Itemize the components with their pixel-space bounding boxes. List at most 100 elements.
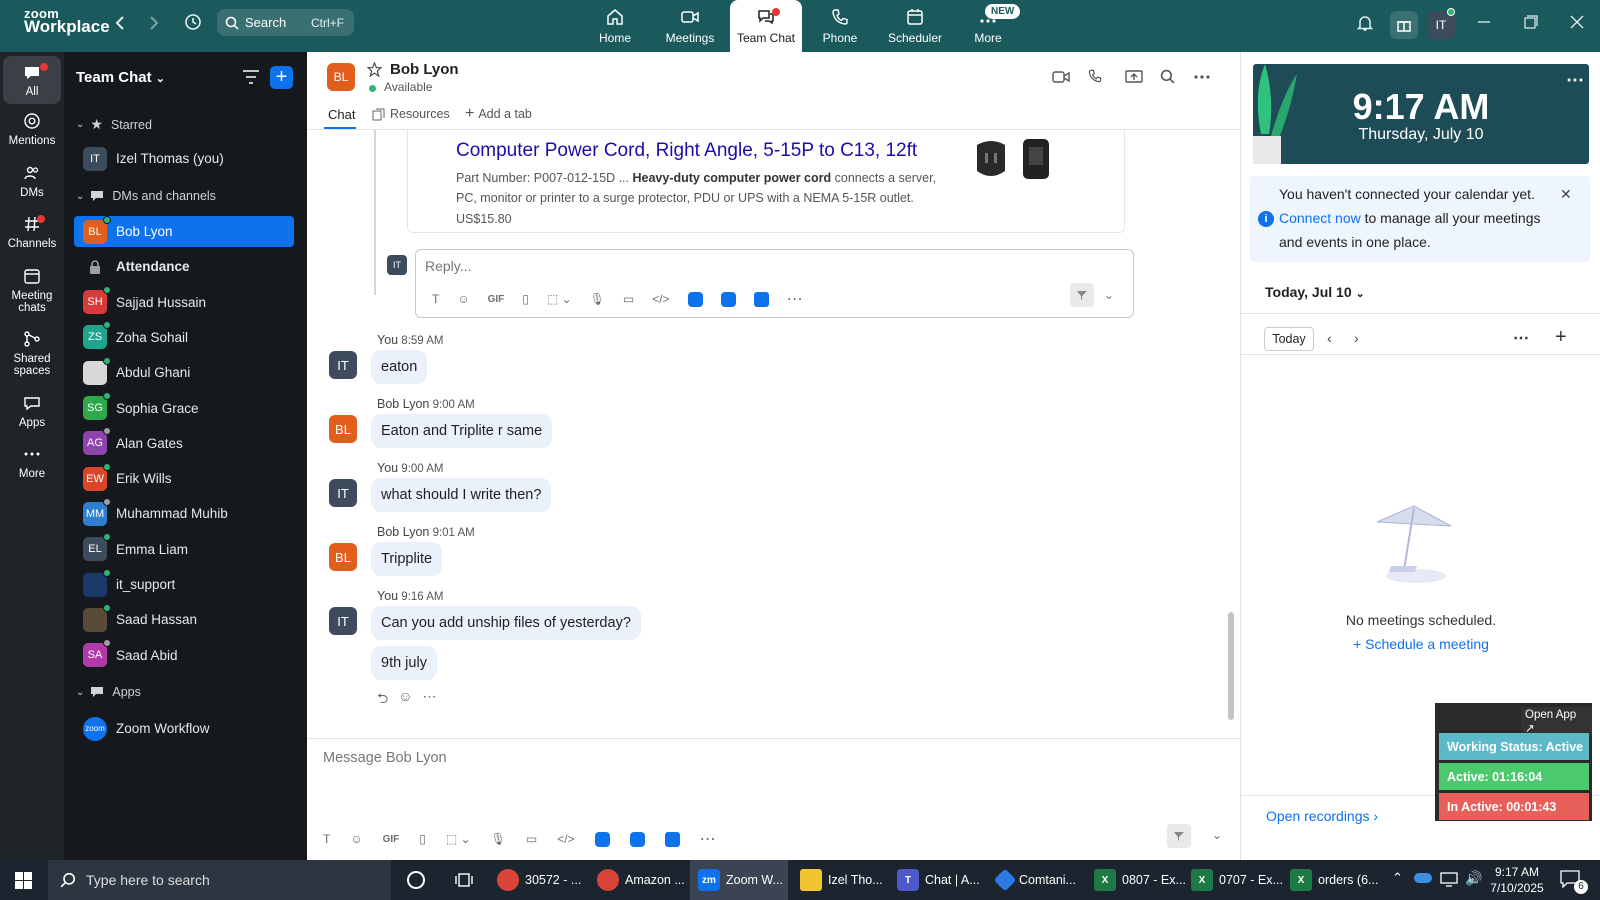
search-bar[interactable]: Search Ctrl+F	[217, 9, 354, 36]
emoji-icon[interactable]: ☺	[457, 292, 469, 306]
sidebar-item-bob-lyon[interactable]: BL Bob Lyon	[74, 215, 294, 247]
task-view-icon[interactable]	[455, 872, 473, 888]
message-bubble[interactable]: what should I write then?	[371, 478, 552, 512]
chevron-down-icon[interactable]: ⌄	[1104, 288, 1114, 302]
sidebar-item-zoom-workflow[interactable]: zoom Zoom Workflow	[74, 713, 294, 744]
microphone-icon[interactable]: 🎙	[590, 292, 605, 306]
more-options-icon[interactable]	[1194, 75, 1210, 79]
prev-day-icon[interactable]: ‹	[1327, 330, 1332, 346]
windows-start-icon[interactable]	[15, 872, 32, 889]
message-bubble[interactable]: Eaton and Triplite r same	[371, 414, 553, 448]
today-button[interactable]: Today	[1264, 327, 1314, 351]
taskbar-app-excel-2[interactable]: X 0707 - Ex...	[1191, 860, 1283, 900]
network-icon[interactable]	[1440, 871, 1458, 887]
minimize-icon[interactable]	[1477, 15, 1491, 29]
taskbar-app-teams[interactable]: T Chat | A...	[897, 860, 980, 900]
code-icon[interactable]: </>	[557, 832, 574, 846]
restore-icon[interactable]	[1524, 15, 1538, 29]
sidebar-item-attendance[interactable]: Attendance	[74, 251, 294, 282]
taskbar-app-excel-3[interactable]: Xorders (6...	[1290, 860, 1378, 900]
link-preview-card[interactable]: Computer Power Cord, Right Angle, 5-15P …	[407, 130, 1125, 233]
screenshot-icon[interactable]: ⬚ ⌄	[547, 292, 572, 306]
gif-button[interactable]: GIF	[488, 294, 505, 305]
format-text-icon[interactable]: T	[323, 832, 330, 846]
day-selector[interactable]: Today, Jul 10 ⌄	[1265, 284, 1365, 300]
sidebar-item-sajjad-hussain[interactable]: SH Sajjad Hussain	[74, 286, 294, 318]
history-icon[interactable]	[183, 12, 203, 32]
tab-team-chat[interactable]: Team Chat	[730, 0, 802, 52]
scrollbar[interactable]	[1228, 612, 1234, 720]
taskbar-search[interactable]: Type here to search	[48, 860, 391, 900]
tab-chat[interactable]: Chat	[328, 107, 355, 122]
sidebar-item-abdul-ghani[interactable]: Abdul Ghani	[74, 356, 294, 388]
sidebar-item-alan-gates[interactable]: AG Alan Gates	[74, 427, 294, 459]
tab-resources[interactable]: Resources	[372, 107, 450, 121]
phone-call-icon[interactable]	[1087, 68, 1103, 84]
message-bubble[interactable]: Can you add unship files of yesterday?	[371, 606, 641, 640]
app-icon-2[interactable]	[629, 831, 645, 847]
sidebar-item-saad-abid[interactable]: SA Saad Abid	[74, 639, 294, 671]
cortana-icon[interactable]	[407, 871, 425, 889]
rail-item-shared-spaces[interactable]: Shared spaces	[0, 330, 64, 377]
rail-item-all[interactable]: All	[3, 56, 61, 104]
rail-item-apps[interactable]: Apps	[0, 394, 64, 429]
message-bubble[interactable]: 9th july	[371, 646, 437, 680]
chevron-down-icon[interactable]: ⌄	[1212, 828, 1222, 842]
rail-item-channels[interactable]: Channels	[0, 215, 64, 250]
sidebar-item-muhammad-muhib[interactable]: MM Muhammad Muhib	[74, 497, 294, 529]
rail-item-more[interactable]: More	[0, 445, 64, 480]
app-icon-1[interactable]	[687, 291, 703, 307]
new-chat-button[interactable]: +	[270, 66, 293, 89]
next-day-icon[interactable]: ›	[1354, 330, 1359, 346]
taskbar-app-chrome-2[interactable]: Amazon ...	[597, 860, 685, 900]
more-icon[interactable]: ⋯	[1513, 328, 1529, 348]
link-preview-title[interactable]: Computer Power Cord, Right Angle, 5-15P …	[456, 140, 917, 162]
video-call-icon[interactable]	[1052, 70, 1070, 84]
rail-item-dms[interactable]: DMs	[0, 164, 64, 199]
schedule-meeting-link[interactable]: + Schedule a meeting	[1241, 636, 1600, 652]
sidebar-item-izel-thomas[interactable]: IT Izel Thomas (you)	[74, 143, 294, 174]
video-message-icon[interactable]: ▭	[526, 832, 537, 846]
send-icon[interactable]	[1167, 824, 1191, 848]
send-icon[interactable]	[1070, 283, 1094, 307]
bell-icon[interactable]	[1355, 13, 1375, 33]
sidebar-item-saad-hassan[interactable]: Saad Hassan	[74, 603, 294, 635]
message-input[interactable]: Message Bob Lyon	[323, 750, 447, 766]
forward-icon[interactable]	[147, 14, 161, 32]
close-window-icon[interactable]	[1570, 15, 1584, 29]
onedrive-icon[interactable]	[1414, 873, 1432, 883]
more-icon[interactable]: ⋯	[423, 688, 437, 712]
tab-phone[interactable]: Phone	[804, 0, 876, 52]
volume-icon[interactable]: 🔊	[1465, 870, 1482, 887]
message-bubble[interactable]: Tripplite	[371, 542, 443, 576]
gift-icon[interactable]	[1390, 11, 1418, 39]
taskbar-clock[interactable]: 9:17 AM 7/10/2025	[1482, 864, 1552, 896]
apps-section-header[interactable]: ⌄ Apps	[76, 685, 141, 699]
more-icon[interactable]: ⋯	[700, 829, 716, 849]
add-event-icon[interactable]: +	[1555, 326, 1567, 349]
rail-item-meeting-chats[interactable]: Meeting chats	[0, 267, 64, 314]
dms-section-header[interactable]: ⌄ DMs and channels	[76, 189, 216, 203]
reply-box[interactable]: Reply... T ☺ GIF ▯ ⬚ ⌄ 🎙 ▭ </> ⋯ ⌄	[415, 249, 1134, 318]
taskbar-app-comtani[interactable]: Comtani...	[993, 860, 1076, 900]
sidebar-title[interactable]: Team Chat ⌄	[76, 69, 165, 86]
back-icon[interactable]	[113, 14, 127, 32]
tab-home[interactable]: Home	[579, 0, 651, 52]
message-bubble[interactable]: eaton	[371, 350, 428, 384]
filter-icon[interactable]	[242, 69, 260, 85]
emoji-icon[interactable]: ☺	[350, 832, 362, 846]
tab-meetings[interactable]: Meetings	[654, 0, 726, 52]
sidebar-item-emma-liam[interactable]: EL Emma Liam	[74, 533, 294, 565]
code-icon[interactable]: </>	[652, 292, 669, 306]
video-message-icon[interactable]: ▭	[623, 292, 634, 306]
file-icon[interactable]: ▯	[419, 832, 426, 846]
app-icon-2[interactable]	[720, 291, 736, 307]
taskbar-app-chrome-1[interactable]: 30572 - ...	[497, 860, 581, 900]
add-tab-button[interactable]: + Add a tab	[465, 106, 532, 122]
close-icon[interactable]: ✕	[1560, 182, 1572, 206]
taskbar-app-explorer[interactable]: Izel Tho...	[800, 860, 883, 900]
search-icon[interactable]	[1160, 69, 1175, 84]
sidebar-item-sophia-grace[interactable]: SG Sophia Grace	[74, 392, 294, 424]
open-recordings-link[interactable]: Open recordings ›	[1266, 808, 1378, 824]
contact-name[interactable]: Bob Lyon	[390, 61, 459, 78]
